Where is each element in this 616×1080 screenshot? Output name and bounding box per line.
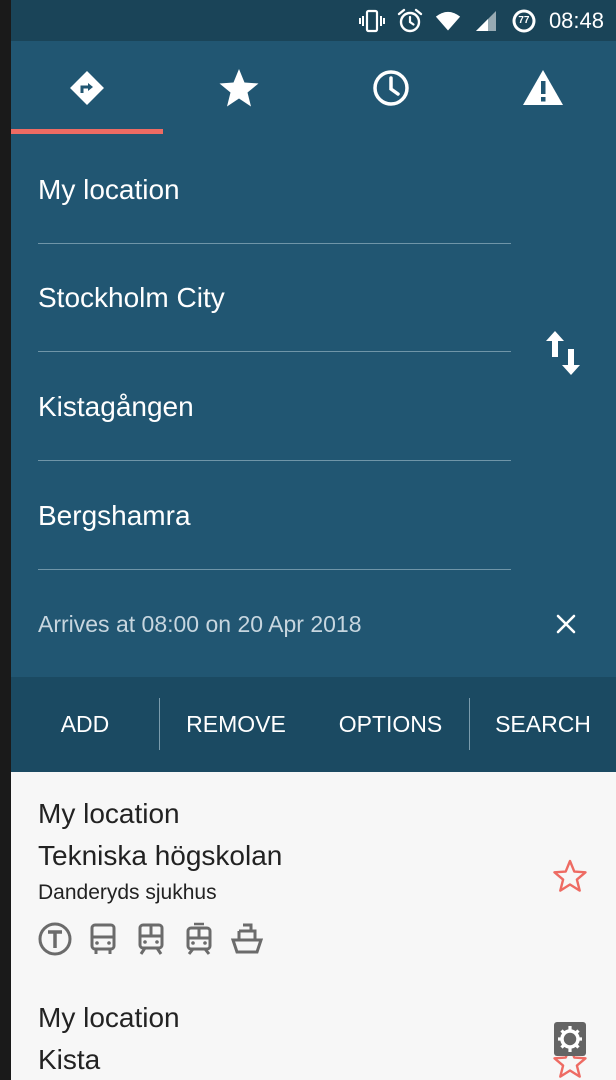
field-underline [38,460,511,461]
via-label-2: Kistagången [38,391,194,422]
list-item[interactable]: My location Tekniska högskolan Danderyds… [11,772,616,976]
field-underline [38,351,511,352]
warning-icon [523,70,563,105]
tab-favorites[interactable] [163,41,315,135]
close-icon [556,614,576,634]
destination-field[interactable]: Bergshamra [38,462,511,570]
star-icon [219,69,259,107]
ferry-icon [230,923,264,954]
gear-icon [558,1026,582,1052]
add-button[interactable]: ADD [11,677,159,772]
arrival-time-text[interactable]: Arrives at 08:00 on 20 Apr 2018 [38,604,362,644]
field-underline [38,569,511,570]
signal-icon [473,8,499,34]
swap-arrows-icon [546,331,580,375]
wifi-icon [435,8,461,34]
directions-icon [70,71,104,105]
clear-time-button[interactable] [551,609,581,639]
battery-icon: 77 [511,8,537,34]
battery-level: 77 [518,15,530,26]
destination-label: Bergshamra [38,500,191,531]
origin-label: My location [38,174,180,205]
metro-icon [38,922,72,956]
train-icon [138,923,164,955]
tab-bar [11,41,616,135]
status-icons: 77 08:48 [358,0,604,41]
vibrate-icon [358,8,385,34]
tab-history[interactable] [315,41,467,135]
status-bar: 77 08:48 [11,0,616,41]
swap-route-button[interactable] [541,327,585,379]
settings-overlay-button[interactable] [554,1022,586,1056]
via-label-1: Stockholm City [38,282,225,313]
origin-field[interactable]: My location [38,136,511,244]
trip-to: Kista [38,1044,101,1075]
star-outline-icon [553,859,587,892]
action-bar: ADD REMOVE OPTIONS SEARCH [11,677,616,772]
trip-via: Danderyds sjukhus [38,881,217,904]
selected-tab-indicator [11,129,163,134]
remove-button[interactable]: REMOVE [160,677,312,772]
status-time: 08:48 [548,7,604,33]
recent-trips-list: My location Tekniska högskolan Danderyds… [11,772,616,1080]
transport-modes [38,922,264,956]
options-button[interactable]: OPTIONS [312,677,469,772]
clock-icon [373,70,409,106]
tab-alerts[interactable] [467,41,616,135]
favorite-star-button[interactable] [552,858,588,894]
trip-from: My location [38,1002,180,1033]
tab-directions[interactable] [11,41,163,135]
via-field-2[interactable]: Kistagången [38,353,511,461]
list-item[interactable]: My location Kista [11,976,616,1080]
via-field-1[interactable]: Stockholm City [38,244,511,352]
alarm-icon [397,8,423,34]
app-screen: 77 08:48 My location Stockholm City Kist… [11,0,616,1080]
trip-to: Tekniska högskolan [38,840,283,871]
trip-planner-header: My location Stockholm City Kistagången B… [11,41,616,677]
trip-from: My location [38,798,180,829]
search-button[interactable]: SEARCH [470,677,616,772]
bus-icon [90,923,116,954]
tram-icon [186,922,212,955]
